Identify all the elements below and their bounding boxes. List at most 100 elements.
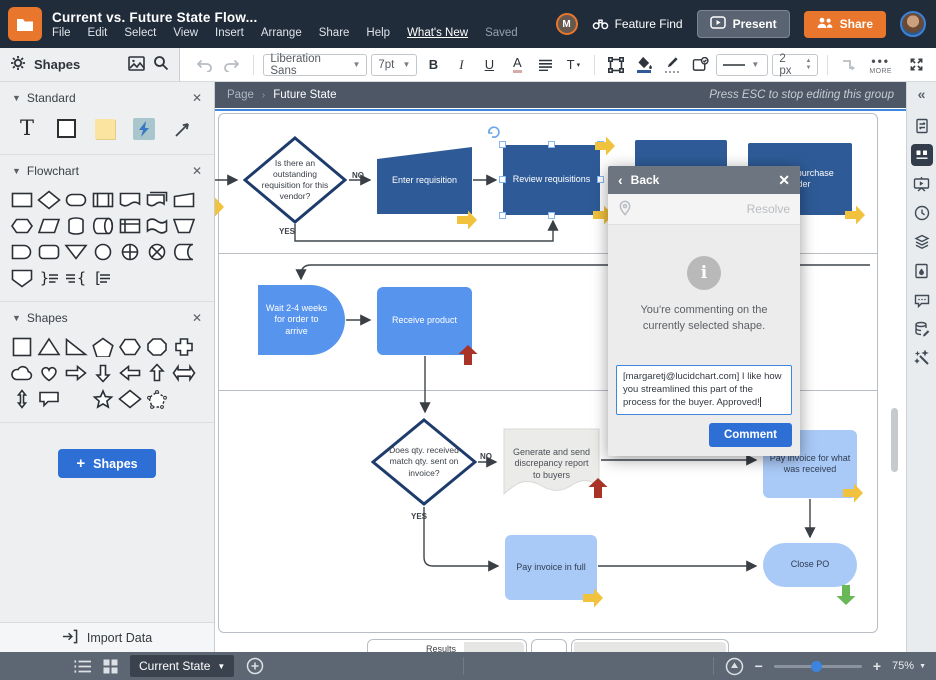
shape-arrow-right-icon[interactable] bbox=[63, 361, 89, 384]
menu-whats-new[interactable]: What's New bbox=[407, 27, 468, 39]
shape-data-icon[interactable] bbox=[36, 214, 62, 237]
search-icon[interactable] bbox=[153, 55, 169, 74]
line-style-select[interactable]: ▼ bbox=[716, 53, 769, 76]
history-clock-icon[interactable] bbox=[911, 202, 933, 224]
shape-circle-icon[interactable] bbox=[63, 387, 89, 410]
shape-square-icon[interactable] bbox=[9, 335, 35, 358]
close-icon[interactable]: ✕ bbox=[192, 91, 202, 105]
user-avatar[interactable] bbox=[900, 11, 926, 37]
menu-share[interactable]: Share bbox=[319, 27, 350, 39]
menu-view[interactable]: View bbox=[173, 27, 198, 39]
menu-help[interactable]: Help bbox=[366, 27, 390, 39]
shape-arrow-up-down-icon[interactable] bbox=[9, 387, 35, 410]
shape-connector-icon[interactable] bbox=[90, 240, 116, 263]
shape-arrow-left-right-icon[interactable] bbox=[171, 361, 197, 384]
caret-down-icon[interactable]: ▼ bbox=[12, 93, 21, 103]
import-data-button[interactable]: Import Data bbox=[0, 622, 214, 652]
shape-pentagon-icon[interactable] bbox=[90, 335, 116, 358]
shape-manual-operation-icon[interactable] bbox=[171, 214, 197, 237]
shape-preparation-icon[interactable] bbox=[9, 214, 35, 237]
comment-pin-red-icon[interactable] bbox=[587, 477, 609, 499]
partial-table-cell[interactable] bbox=[531, 639, 567, 652]
shape-lightning-bolt-icon[interactable] bbox=[131, 117, 157, 140]
node-close-po[interactable]: Close PO bbox=[763, 543, 857, 587]
selection-handle[interactable] bbox=[499, 176, 506, 183]
text-color-button[interactable]: A bbox=[505, 53, 529, 77]
layers-icon[interactable] bbox=[911, 231, 933, 253]
image-library-icon[interactable] bbox=[128, 55, 146, 74]
collapse-panel-icon[interactable]: « bbox=[918, 86, 926, 108]
comment-pin-green-icon[interactable] bbox=[835, 584, 857, 606]
close-icon[interactable]: ✕ bbox=[192, 164, 202, 178]
zoom-level-select[interactable]: 75% ▼ bbox=[892, 660, 926, 672]
comment-pin-red-icon[interactable] bbox=[457, 344, 479, 366]
share-button[interactable]: Share bbox=[803, 10, 886, 38]
shape-arrow-up-icon[interactable] bbox=[144, 361, 170, 384]
page-selector[interactable]: Current State ▼ bbox=[130, 655, 235, 677]
shape-card-icon[interactable] bbox=[171, 188, 197, 211]
zoom-slider-thumb[interactable] bbox=[810, 660, 822, 672]
back-button[interactable]: Back bbox=[631, 173, 660, 187]
shape-cloud-icon[interactable] bbox=[9, 361, 35, 384]
selection-handle[interactable] bbox=[548, 212, 555, 219]
fullscreen-icon[interactable] bbox=[904, 53, 928, 77]
diagram-canvas[interactable]: Is there an outstanding requisition for … bbox=[215, 108, 906, 652]
theme-styles-icon[interactable] bbox=[911, 260, 933, 282]
presentation-icon[interactable] bbox=[911, 173, 933, 195]
menu-select[interactable]: Select bbox=[124, 27, 156, 39]
shape-star-icon[interactable] bbox=[90, 387, 116, 410]
comments-icon[interactable] bbox=[911, 289, 933, 311]
step-down-icon[interactable]: ▼ bbox=[805, 65, 811, 72]
comment-submit-button[interactable]: Comment bbox=[708, 423, 792, 447]
redo-button[interactable] bbox=[220, 53, 244, 77]
selection-handle[interactable] bbox=[499, 212, 506, 219]
shape-multi-document-icon[interactable] bbox=[144, 188, 170, 211]
line-color-button[interactable] bbox=[660, 53, 684, 77]
shape-rectangle-icon[interactable] bbox=[53, 117, 79, 140]
rotate-handle-icon[interactable] bbox=[487, 125, 501, 142]
shape-triangle-icon[interactable] bbox=[36, 335, 62, 358]
gear-icon[interactable] bbox=[10, 55, 26, 74]
node-vendor-decision[interactable]: Is there an outstanding requisition for … bbox=[243, 136, 347, 224]
shape-heart-icon[interactable] bbox=[36, 361, 62, 384]
shape-delay-icon[interactable] bbox=[9, 240, 35, 263]
shape-process-icon[interactable] bbox=[9, 188, 35, 211]
page-settings-icon[interactable] bbox=[911, 115, 933, 137]
italic-button[interactable]: I bbox=[449, 53, 473, 77]
close-icon[interactable]: ✕ bbox=[192, 311, 202, 325]
comment-pin-yellow-icon[interactable] bbox=[594, 135, 616, 157]
shape-brace-left-icon[interactable]: { bbox=[63, 266, 89, 289]
shape-display-shield-icon[interactable] bbox=[9, 266, 35, 289]
zoom-slider[interactable] bbox=[773, 660, 862, 672]
shape-database-icon[interactable] bbox=[63, 214, 89, 237]
selection-handle[interactable] bbox=[597, 176, 604, 183]
node-qty-decision[interactable]: Does qty. received match qty. sent on in… bbox=[371, 418, 477, 506]
comment-pin-yellow-icon[interactable] bbox=[456, 209, 478, 231]
shape-decision-icon[interactable] bbox=[36, 188, 62, 211]
back-chevron-icon[interactable]: ‹ bbox=[618, 172, 623, 188]
line-width-stepper[interactable]: 2 px ▲ ▼ bbox=[772, 53, 819, 77]
shape-frame-button[interactable] bbox=[604, 53, 628, 77]
shape-data-button[interactable] bbox=[688, 53, 712, 77]
font-size-select[interactable]: 7pt ▼ bbox=[371, 53, 418, 76]
shape-cross-icon[interactable] bbox=[171, 335, 197, 358]
shape-terminator-icon[interactable] bbox=[63, 188, 89, 211]
add-page-icon[interactable] bbox=[246, 657, 264, 675]
shape-text-icon[interactable]: T bbox=[14, 117, 40, 140]
shape-right-triangle-icon[interactable] bbox=[63, 335, 89, 358]
menu-insert[interactable]: Insert bbox=[215, 27, 244, 39]
menu-file[interactable]: File bbox=[52, 27, 71, 39]
node-discrepancy-report[interactable]: Generate and send discrepancy report to … bbox=[503, 428, 600, 500]
shape-octagon-icon[interactable] bbox=[144, 335, 170, 358]
fill-color-button[interactable] bbox=[632, 53, 656, 77]
location-pin-icon[interactable] bbox=[618, 200, 632, 219]
shape-merge-icon[interactable] bbox=[63, 240, 89, 263]
selection-handle[interactable] bbox=[548, 141, 555, 148]
shape-bracket-left-icon[interactable]: [ bbox=[90, 266, 116, 289]
comment-pin-yellow-icon[interactable] bbox=[582, 587, 604, 609]
custom-data-icon[interactable] bbox=[911, 318, 933, 340]
canvas-scrollbar[interactable] bbox=[891, 408, 898, 472]
shape-direct-access-storage-icon[interactable] bbox=[90, 214, 116, 237]
comment-pin-yellow-icon[interactable] bbox=[215, 196, 225, 218]
app-logo-icon[interactable] bbox=[8, 7, 42, 41]
